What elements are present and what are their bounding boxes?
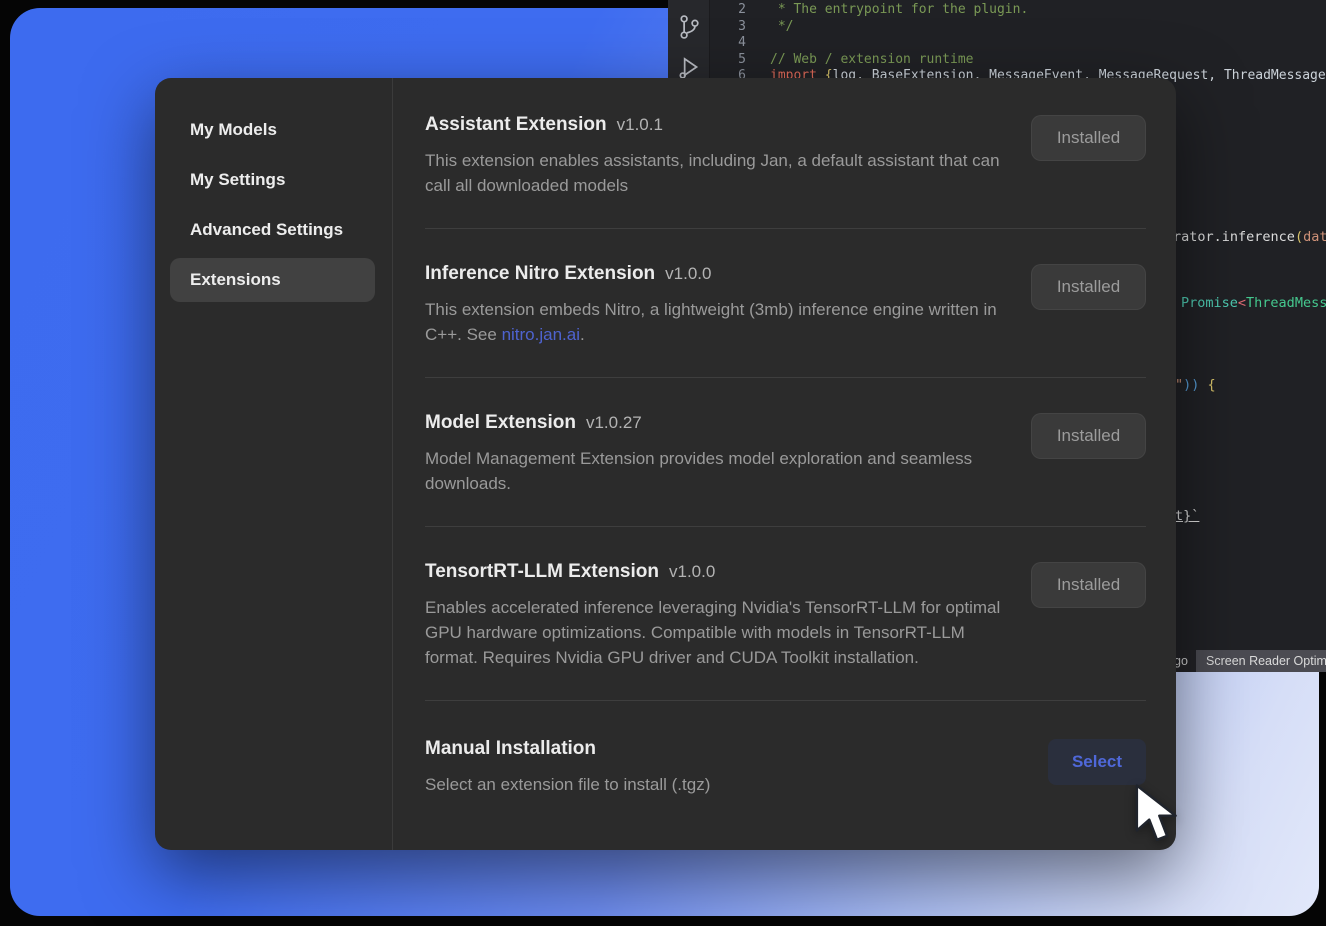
extension-version: v1.0.1 <box>617 115 663 135</box>
extension-title: Assistant Extension <box>425 113 607 137</box>
code-line: 4 <box>710 35 1326 52</box>
code-text: data <box>1303 229 1326 245</box>
code-fragment: Promise<ThreadMessage> <box>1181 295 1326 311</box>
extension-title: Inference Nitro Extension <box>425 262 655 286</box>
extension-row-model: Model Extension v1.0.27 Model Management… <box>425 378 1146 527</box>
code-line: 5 // Web / extension runtime <box>710 52 1326 69</box>
sidebar-item-label: My Settings <box>190 170 285 190</box>
line-number: 2 <box>710 2 770 19</box>
code-text: * The entrypoint for the plugin. <box>770 2 1028 19</box>
code-text: " <box>1175 377 1183 393</box>
code-text: )) <box>1183 377 1199 393</box>
code-text: < <box>1238 295 1246 311</box>
code-text: Promise <box>1181 295 1238 311</box>
extension-description: Enables accelerated inference leveraging… <box>425 595 1003 670</box>
page: 2 * The entrypoint for the plugin. 3 */ … <box>0 0 1326 926</box>
sidebar-item-advanced-settings[interactable]: Advanced Settings <box>170 208 375 252</box>
settings-modal: My Models My Settings Advanced Settings … <box>155 78 1176 850</box>
extension-title: Model Extension <box>425 411 576 435</box>
code-text: */ <box>770 19 793 36</box>
manual-installation-description: Select an extension file to install (.tg… <box>425 772 710 797</box>
extension-title: TensortRT-LLM Extension <box>425 560 659 584</box>
extension-row-nitro: Inference Nitro Extension v1.0.0 This ex… <box>425 229 1146 378</box>
run-debug-icon[interactable] <box>676 42 702 80</box>
extension-version: v1.0.27 <box>586 413 642 433</box>
sidebar-item-label: Advanced Settings <box>190 220 343 240</box>
sidebar-item-label: Extensions <box>190 270 281 290</box>
extension-description: This extension enables assistants, inclu… <box>425 148 1003 198</box>
nitro-jan-ai-link[interactable]: nitro.jan.ai <box>502 325 580 344</box>
line-number: 3 <box>710 19 770 36</box>
mouse-cursor-icon <box>1133 784 1181 851</box>
installed-button[interactable]: Installed <box>1031 562 1146 608</box>
settings-sidebar: My Models My Settings Advanced Settings … <box>155 78 393 850</box>
installed-button[interactable]: Installed <box>1031 264 1146 310</box>
extension-row-tensorrt: TensortRT-LLM Extension v1.0.0 Enables a… <box>425 527 1146 701</box>
code-text: rator. <box>1173 229 1222 245</box>
code-text: inference <box>1222 229 1295 245</box>
line-number: 5 <box>710 52 770 69</box>
line-number: 4 <box>710 35 770 52</box>
code-text: t}` <box>1175 508 1199 524</box>
description-text: . <box>580 325 585 344</box>
extension-version: v1.0.0 <box>665 264 711 284</box>
extension-description: This extension embeds Nitro, a lightweig… <box>425 297 1003 347</box>
extension-description: Model Management Extension provides mode… <box>425 446 1003 496</box>
select-button[interactable]: Select <box>1048 739 1146 785</box>
manual-installation-title: Manual Installation <box>425 737 596 761</box>
installed-button[interactable]: Installed <box>1031 413 1146 459</box>
installed-button[interactable]: Installed <box>1031 115 1146 161</box>
code-text: ( <box>1295 229 1303 245</box>
code-fragment: t}` <box>1175 508 1199 524</box>
sidebar-item-my-settings[interactable]: My Settings <box>170 158 375 202</box>
sidebar-item-my-models[interactable]: My Models <box>170 108 375 152</box>
code-text: // Web / extension runtime <box>770 52 974 69</box>
code-line: 2 * The entrypoint for the plugin. <box>710 2 1326 19</box>
status-left-text: go <box>1174 650 1188 672</box>
sidebar-item-extensions[interactable]: Extensions <box>170 258 375 302</box>
editor-code-lines: 2 * The entrypoint for the plugin. 3 */ … <box>710 2 1326 85</box>
sidebar-item-label: My Models <box>190 120 277 140</box>
code-fragment: ")) { <box>1175 377 1216 393</box>
source-control-icon[interactable] <box>676 0 702 42</box>
extension-version: v1.0.0 <box>669 562 715 582</box>
code-text: ThreadMessage <box>1246 295 1326 311</box>
screen-reader-optimized-badge[interactable]: Screen Reader Optimized <box>1196 650 1326 672</box>
extensions-list: Assistant Extension v1.0.1 This extensio… <box>393 78 1176 850</box>
code-line: 3 */ <box>710 19 1326 36</box>
extension-row-assistant: Assistant Extension v1.0.1 This extensio… <box>425 108 1146 229</box>
manual-installation-row: Manual Installation Select an extension … <box>425 701 1146 827</box>
code-text: { <box>1199 377 1215 393</box>
code-fragment: rator.inference(data)); <box>1173 229 1326 245</box>
